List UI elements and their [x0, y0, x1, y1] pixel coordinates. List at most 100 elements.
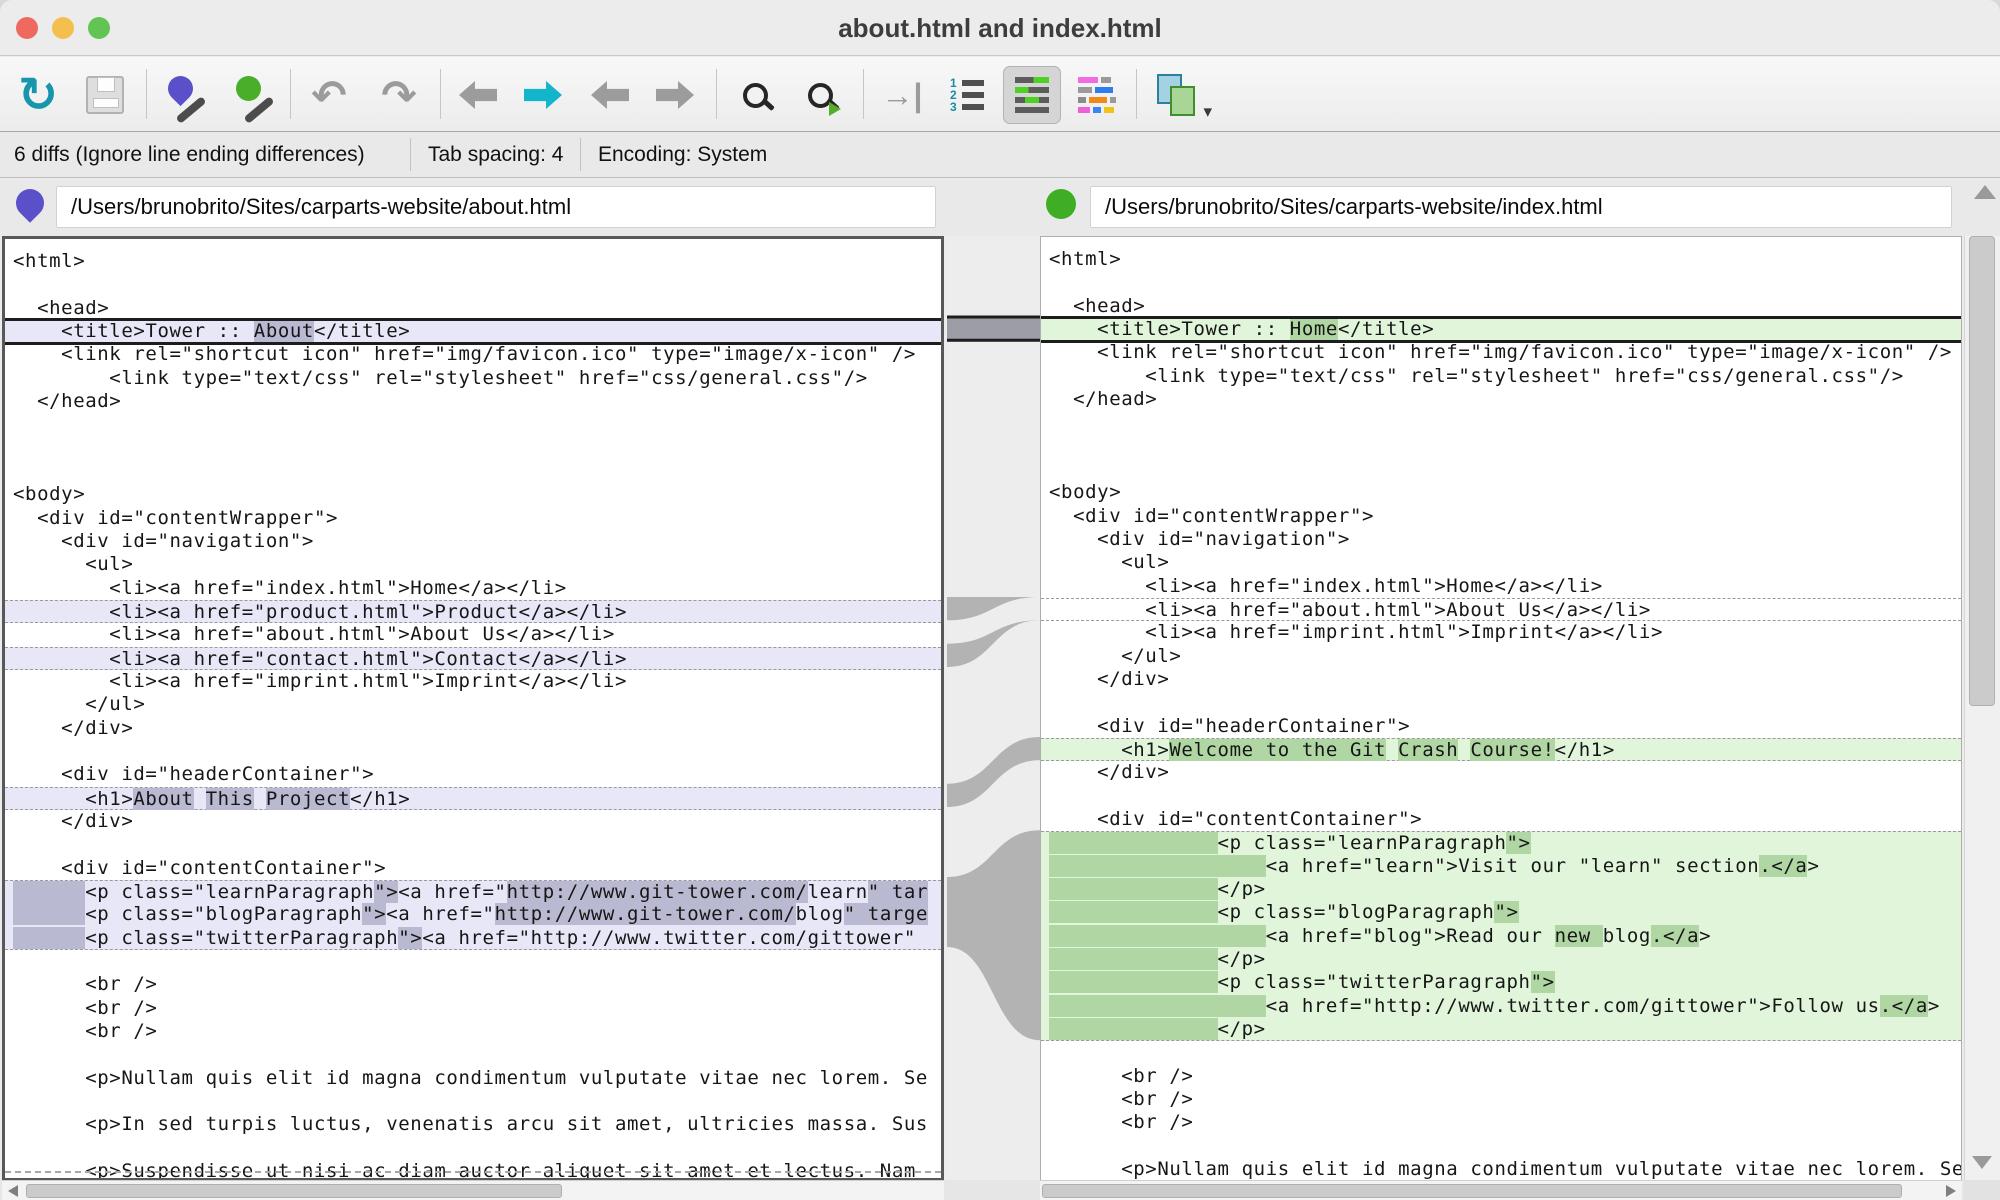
find-button[interactable] — [726, 66, 784, 124]
vertical-scrollbar[interactable] — [1964, 236, 2000, 1180]
goto-line-icon: →| — [882, 77, 923, 114]
code-line — [5, 950, 941, 973]
scroll-right-arrow-icon[interactable] — [1946, 1185, 1956, 1197]
goto-line-button[interactable]: →| — [873, 66, 931, 124]
code-text: </title> — [1338, 318, 1434, 340]
code-text: <p class="twitterParagraph — [1218, 971, 1531, 993]
code-text: <br /> — [13, 973, 157, 995]
code-text: <p class="blogParagraph — [85, 903, 362, 925]
code-line: <head> — [1041, 295, 1961, 318]
vertical-scroll-thumb[interactable] — [1969, 236, 1995, 706]
scroll-up-arrow-icon[interactable] — [1974, 185, 1996, 199]
code-text: <title>Tower :: — [13, 320, 254, 342]
code-line: <br /> — [1041, 1111, 1961, 1134]
word-diff-segment: Project — [266, 788, 350, 810]
scroll-left-arrow-icon[interactable] — [8, 1185, 18, 1197]
word-diff-segment — [1049, 925, 1266, 947]
code-text: <p>Nullam quis elit id magna condimentum… — [13, 1067, 928, 1089]
word-diff-segment — [1049, 855, 1266, 877]
left-horizontal-scroll-thumb[interactable] — [26, 1184, 562, 1198]
code-text: <br /> — [1049, 1088, 1193, 1110]
first-diff-icon — [459, 81, 497, 109]
left-file-path-field[interactable]: /Users/brunobrito/Sites/carparts-website… — [56, 186, 936, 228]
word-diff-segment: .</a — [1651, 925, 1699, 947]
last-diff-button[interactable] — [646, 66, 704, 124]
next-diff-button[interactable] — [514, 66, 572, 124]
reload-button[interactable]: ↻ — [9, 66, 67, 124]
prev-diff-button[interactable] — [581, 66, 639, 124]
word-diff-segment: " targe — [844, 903, 928, 925]
code-line: <body> — [1041, 481, 1961, 504]
code-line: <li><a href="contact.html">Contact</a></… — [5, 647, 941, 670]
code-line: <ul> — [1041, 551, 1961, 574]
code-text: <p class="twitterParagraph — [85, 927, 398, 949]
code-text: <html> — [13, 250, 85, 272]
code-text: <div id="navigation"> — [1049, 528, 1350, 550]
save-button[interactable] — [76, 66, 134, 124]
char-diffs-button[interactable] — [1068, 66, 1126, 124]
char-diff-icon — [1078, 107, 1116, 113]
code-line — [5, 437, 941, 460]
code-line: <div id="navigation"> — [5, 530, 941, 553]
code-text — [1386, 739, 1398, 761]
code-text: <li><a href="product.html">Product</a></… — [13, 601, 627, 623]
code-text: </div> — [1049, 668, 1169, 690]
selected-diff-border — [1041, 316, 1961, 319]
redo-button[interactable]: ↷ — [370, 66, 428, 124]
code-text: <p>Suspendisse ut nisi ac diam auctor al… — [13, 1160, 916, 1180]
code-text: <link type="text/css" rel="stylesheet" h… — [1049, 365, 1904, 387]
word-diff-segment: This — [206, 788, 254, 810]
edit-left-button[interactable] — [156, 66, 214, 124]
left-code-pane[interactable]: <html> <head> <title>Tower :: About</tit… — [2, 236, 944, 1180]
first-diff-button[interactable] — [449, 66, 507, 124]
code-line: </div> — [1041, 668, 1961, 691]
code-line: <p class="blogParagraph"> — [1041, 901, 1961, 924]
selected-diff-border — [5, 342, 941, 345]
code-line: </div> — [5, 810, 941, 833]
undo-button[interactable]: ↶ — [300, 66, 358, 124]
code-line: <div id="contentWrapper"> — [5, 507, 941, 530]
word-diff-segment — [13, 927, 85, 949]
code-text: <br /> — [13, 1020, 157, 1042]
right-code-pane[interactable]: <html> <head> <title>Tower :: Home</titl… — [1040, 236, 1962, 1180]
code-text: <h1> — [13, 788, 133, 810]
code-text: <head> — [1049, 295, 1145, 317]
code-line: <p>Nullam quis elit id magna condimentum… — [5, 1067, 941, 1090]
code-line: <li><a href="about.html">About Us</a></l… — [1041, 598, 1961, 621]
code-text: <div id="headerContainer"> — [1049, 715, 1410, 737]
right-horizontal-scroll-thumb[interactable] — [1042, 1184, 1902, 1198]
find-icon — [743, 83, 768, 108]
code-text: <link rel="shortcut icon" href="img/favi… — [1049, 341, 1952, 363]
layout-button[interactable]: ▾ — [1146, 66, 1204, 124]
title-bar: about.html and index.html — [0, 0, 2000, 56]
diff-view-button[interactable] — [1003, 66, 1061, 124]
edit-right-button[interactable] — [224, 66, 282, 124]
code-line: <link type="text/css" rel="stylesheet" h… — [5, 367, 941, 390]
char-diff-icon — [1078, 77, 1116, 113]
code-text: <body> — [13, 483, 85, 505]
right-horizontal-scrollbar[interactable] — [1040, 1180, 1962, 1200]
prev-diff-icon — [591, 81, 629, 109]
code-text: </ul> — [13, 693, 145, 715]
toolbar-separator — [440, 69, 441, 119]
right-file-path-field[interactable]: /Users/brunobrito/Sites/carparts-website… — [1090, 186, 1952, 228]
word-diff-segment — [1049, 995, 1266, 1017]
word-diff-segment — [1049, 901, 1218, 923]
word-diff-segment: http://www.git-tower.com/ — [495, 903, 796, 925]
left-horizontal-scrollbar[interactable] — [2, 1180, 944, 1200]
code-text — [254, 788, 266, 810]
code-text: blog — [1603, 925, 1651, 947]
word-diff-segment: About — [133, 788, 193, 810]
code-line: </div> — [5, 717, 941, 740]
code-line: </p> — [1041, 948, 1961, 971]
scroll-down-arrow-icon[interactable] — [1972, 1156, 1992, 1169]
line-numbers-icon: 3 — [950, 103, 984, 111]
find-next-button[interactable] — [791, 66, 849, 124]
code-line: <title>Tower :: Home</title> — [1041, 318, 1961, 341]
code-text: </title> — [314, 320, 410, 342]
diffmerge-window: about.html and index.html ↻↶↷→|123▾ 6 di… — [0, 0, 2000, 1200]
word-diff-segment — [1049, 1018, 1218, 1040]
code-line: <br /> — [5, 1020, 941, 1043]
code-line: <div id="navigation"> — [1041, 528, 1961, 551]
line-numbers-button[interactable]: 123 — [938, 66, 996, 124]
